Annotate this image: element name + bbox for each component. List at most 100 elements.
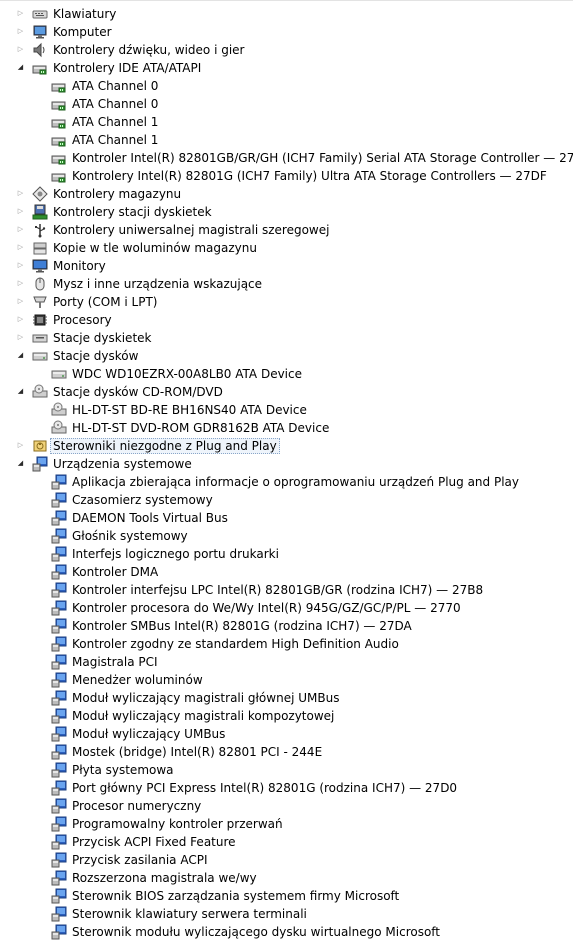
tree-category-20[interactable]: ◢ Stacje dysków — [0, 347, 573, 365]
tree-category-2[interactable]: ▷ Komputer — [0, 23, 573, 41]
floppy-controller-icon — [32, 204, 48, 220]
tree-category-25[interactable]: ▷ Sterowniki niezgodne z Plug and Play — [0, 437, 573, 455]
tree-device-37[interactable]: Magistrala PCI — [0, 653, 573, 671]
expand-arrow-icon[interactable]: ▷ — [16, 207, 25, 216]
tree-device-41[interactable]: Moduł wyliczający UMBus — [0, 725, 573, 743]
tree-item-label: Sterowniki niezgodne z Plug and Play — [50, 438, 280, 454]
tree-device-36[interactable]: Kontroler zgodny ze standardem High Defi… — [0, 635, 573, 653]
tree-device-42[interactable]: Mostek (bridge) Intel(R) 82801 PCI - 244… — [0, 743, 573, 761]
system-device-icon — [51, 924, 67, 940]
tree-category-18[interactable]: ▷ Procesory — [0, 311, 573, 329]
tree-device-51[interactable]: Sterownik klawiatury serwera terminali — [0, 905, 573, 923]
tree-item-label: Procesor numeryczny — [72, 799, 202, 813]
tree-item-label: Kontrolery IDE ATA/ATAPI — [53, 61, 202, 75]
tree-item-label: Kontrolery dźwięku, wideo i gier — [53, 43, 245, 57]
tree-category-26[interactable]: ◢ Urządzenia systemowe — [0, 455, 573, 473]
tree-device-5[interactable]: ATA Channel 0 — [0, 77, 573, 95]
floppy-drive-icon — [32, 330, 48, 346]
system-device-icon — [51, 654, 67, 670]
tree-item-label: Kontroler interfejsu LPC Intel(R) 82801G… — [72, 583, 484, 597]
tree-item-label: Urządzenia systemowe — [53, 457, 192, 471]
tree-category-17[interactable]: ▷ Porty (COM i LPT) — [0, 293, 573, 311]
expand-arrow-icon[interactable]: ▷ — [16, 9, 25, 18]
collapse-arrow-icon[interactable]: ◢ — [16, 459, 25, 468]
tree-device-50[interactable]: Sterownik BIOS zarządzania systemem firm… — [0, 887, 573, 905]
tree-category-22[interactable]: ◢ Stacje dysków CD-ROM/DVD — [0, 383, 573, 401]
tree-device-52[interactable]: Sterownik modułu wyliczającego dysku wir… — [0, 923, 573, 941]
tree-item-label: Sterownik klawiatury serwera terminali — [72, 907, 307, 921]
tree-device-49[interactable]: Rozszerzona magistrala we/wy — [0, 869, 573, 887]
tree-device-28[interactable]: Czasomierz systemowy — [0, 491, 573, 509]
tree-item-label: Przycisk ACPI Fixed Feature — [72, 835, 236, 849]
tree-device-6[interactable]: ATA Channel 0 — [0, 95, 573, 113]
tree-device-23[interactable]: HL-DT-ST BD-RE BH16NS40 ATA Device — [0, 401, 573, 419]
expand-arrow-icon[interactable]: ▷ — [16, 333, 25, 342]
expand-arrow-icon[interactable]: ▷ — [16, 225, 25, 234]
computer-icon — [32, 24, 48, 40]
tree-device-44[interactable]: Port główny PCI Express Intel(R) 82801G … — [0, 779, 573, 797]
system-device-icon — [51, 636, 67, 652]
collapse-arrow-icon[interactable]: ◢ — [16, 63, 25, 72]
tree-item-label: Klawiatury — [53, 7, 117, 21]
tree-device-48[interactable]: Przycisk zasilania ACPI — [0, 851, 573, 869]
tree-item-label: Stacje dyskietek — [53, 331, 152, 345]
collapse-arrow-icon[interactable]: ◢ — [16, 387, 25, 396]
tree-category-12[interactable]: ▷ Kontrolery stacji dyskietek — [0, 203, 573, 221]
disk-drive-icon — [51, 366, 67, 382]
tree-category-11[interactable]: ▷ Kontrolery magazynu — [0, 185, 573, 203]
tree-item-label: Programowalny kontroler przerwań — [72, 817, 283, 831]
expand-arrow-icon[interactable]: ▷ — [16, 441, 25, 450]
tree-device-34[interactable]: Kontroler procesora do We/Wy Intel(R) 94… — [0, 599, 573, 617]
expand-arrow-icon[interactable]: ▷ — [16, 45, 25, 54]
tree-item-label: ATA Channel 1 — [72, 133, 159, 147]
tree-item-label: Kontroler procesora do We/Wy Intel(R) 94… — [72, 601, 461, 615]
tree-item-label: Kontrolery stacji dyskietek — [53, 205, 212, 219]
tree-device-43[interactable]: Płyta systemowa — [0, 761, 573, 779]
tree-device-32[interactable]: Kontroler DMA — [0, 563, 573, 581]
expand-arrow-icon[interactable]: ▷ — [16, 243, 25, 252]
tree-category-1[interactable]: ▷ Klawiatury — [0, 5, 573, 23]
expand-arrow-icon[interactable]: ▷ — [16, 279, 25, 288]
tree-device-31[interactable]: Interfejs logicznego portu drukarki — [0, 545, 573, 563]
tree-item-label: Sterownik modułu wyliczającego dysku wir… — [72, 925, 441, 939]
tree-category-14[interactable]: ▷ Kopie w tle woluminów magazynu — [0, 239, 573, 257]
expand-arrow-icon[interactable]: ▷ — [16, 189, 25, 198]
tree-category-4[interactable]: ◢ Kontrolery IDE ATA/ATAPI — [0, 59, 573, 77]
expand-arrow-icon[interactable]: ▷ — [16, 27, 25, 36]
tree-device-10[interactable]: Kontrolery Intel(R) 82801G (ICH7 Family)… — [0, 167, 573, 185]
tree-device-21[interactable]: WDC WD10EZRX-00A8LB0 ATA Device — [0, 365, 573, 383]
tree-device-47[interactable]: Przycisk ACPI Fixed Feature — [0, 833, 573, 851]
expand-arrow-icon[interactable]: ▷ — [16, 315, 25, 324]
tree-category-15[interactable]: ▷ Monitory — [0, 257, 573, 275]
ide-controller-icon — [32, 60, 48, 76]
tree-device-38[interactable]: Menedżer woluminów — [0, 671, 573, 689]
tree-item-label: Porty (COM i LPT) — [53, 295, 158, 309]
tree-item-label: Płyta systemowa — [72, 763, 174, 777]
tree-device-35[interactable]: Kontroler SMBus Intel(R) 82801G (rodzina… — [0, 617, 573, 635]
system-device-icon — [51, 852, 67, 868]
tree-category-19[interactable]: ▷ Stacje dyskietek — [0, 329, 573, 347]
tree-category-16[interactable]: ▷ Mysz i inne urządzenia wskazujące — [0, 275, 573, 293]
tree-device-33[interactable]: Kontroler interfejsu LPC Intel(R) 82801G… — [0, 581, 573, 599]
expand-arrow-icon[interactable]: ▷ — [16, 261, 25, 270]
tree-device-24[interactable]: HL-DT-ST DVD-ROM GDR8162B ATA Device — [0, 419, 573, 437]
tree-device-30[interactable]: Głośnik systemowy — [0, 527, 573, 545]
tree-device-40[interactable]: Moduł wyliczający magistrali kompozytowe… — [0, 707, 573, 725]
mouse-icon — [32, 276, 48, 292]
tree-device-46[interactable]: Programowalny kontroler przerwań — [0, 815, 573, 833]
tree-category-13[interactable]: ▷ Kontrolery uniwersalnej magistrali szer… — [0, 221, 573, 239]
tree-device-29[interactable]: DAEMON Tools Virtual Bus — [0, 509, 573, 527]
tree-device-27[interactable]: Aplikacja zbierająca informacje o oprogr… — [0, 473, 573, 491]
system-device-icon — [51, 906, 67, 922]
tree-device-45[interactable]: Procesor numeryczny — [0, 797, 573, 815]
tree-device-8[interactable]: ATA Channel 1 — [0, 131, 573, 149]
system-device-icon — [51, 834, 67, 850]
tree-category-3[interactable]: ▷ Kontrolery dźwięku, wideo i gier — [0, 41, 573, 59]
tree-device-7[interactable]: ATA Channel 1 — [0, 113, 573, 131]
tree-device-39[interactable]: Moduł wyliczający magistrali głównej UMB… — [0, 689, 573, 707]
speaker-icon — [32, 42, 48, 58]
expand-arrow-icon[interactable]: ▷ — [16, 297, 25, 306]
tree-device-9[interactable]: Kontroler Intel(R) 82801GB/GR/GH (ICH7 F… — [0, 149, 573, 167]
tree-item-label: Monitory — [53, 259, 106, 273]
collapse-arrow-icon[interactable]: ◢ — [16, 351, 25, 360]
